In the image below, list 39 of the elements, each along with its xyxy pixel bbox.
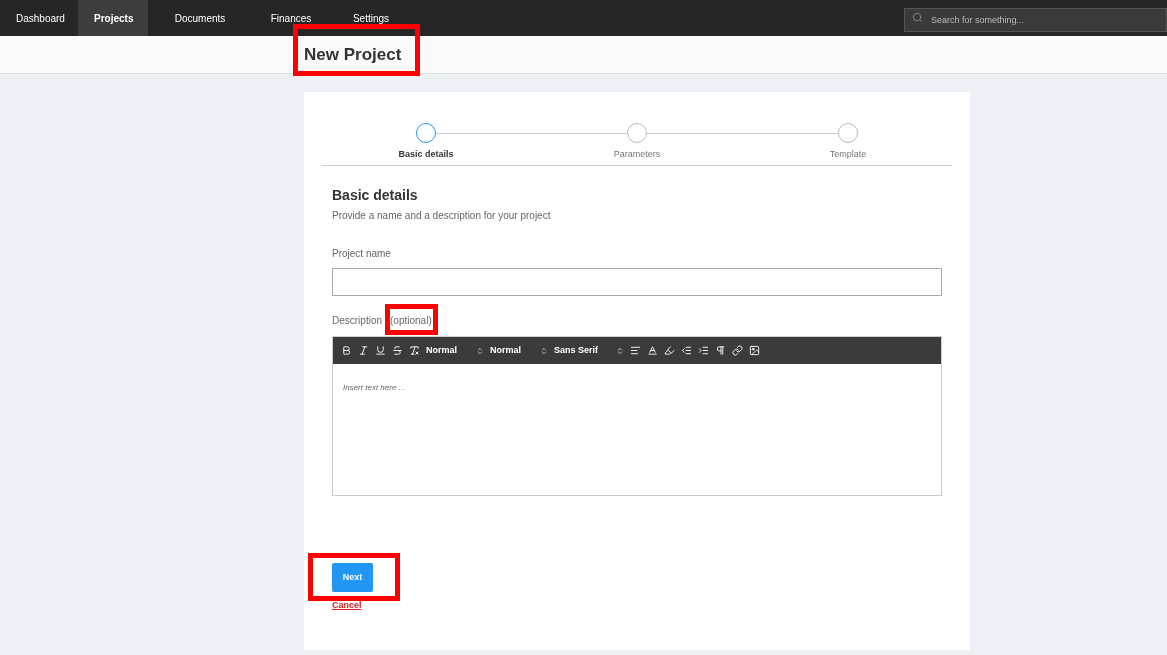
clear-format-icon[interactable] <box>409 345 420 356</box>
link-icon[interactable] <box>732 345 743 356</box>
bold-icon[interactable] <box>341 345 352 356</box>
updown-caret-icon <box>616 346 624 355</box>
nav-tab[interactable]: Finances <box>252 0 330 36</box>
nav-tab[interactable]: Documents <box>148 0 252 36</box>
step-label: Basic details <box>398 148 454 161</box>
project-name-input[interactable] <box>332 268 942 296</box>
field-label: Project name <box>332 247 392 261</box>
highlight-icon[interactable] <box>664 345 675 356</box>
strikethrough-icon[interactable] <box>392 345 403 356</box>
cancel-link[interactable]: Cancel <box>332 599 362 613</box>
section-subtitle: Provide a name and a description for your project <box>332 209 552 223</box>
indent-icon[interactable] <box>698 345 709 356</box>
underline-icon[interactable] <box>375 345 386 356</box>
format-select[interactable]: Sans Serif <box>554 343 624 358</box>
updown-caret-icon <box>540 346 548 355</box>
format-select[interactable]: Normal <box>426 343 484 358</box>
editor-placeholder: Insert text here ... <box>343 383 406 392</box>
step-label: Parameters <box>613 148 661 161</box>
outdent-icon[interactable] <box>681 345 692 356</box>
pilcrow-icon[interactable] <box>715 345 726 356</box>
field-label: Description <box>332 314 383 328</box>
optional-note: (optional) <box>390 315 432 326</box>
step-label: Template <box>829 148 867 161</box>
nav-tab[interactable]: Dashboard <box>0 0 78 36</box>
italic-icon[interactable] <box>358 345 369 356</box>
nav-tab[interactable]: Settings <box>330 0 412 36</box>
format-select[interactable]: Normal <box>490 343 548 358</box>
image-icon[interactable] <box>749 345 760 356</box>
align-icon[interactable] <box>630 345 641 356</box>
search-icon <box>912 12 923 23</box>
editor-text-area[interactable]: Insert text here ... <box>333 364 941 495</box>
search-field[interactable]: Search for something... <box>904 8 1167 32</box>
updown-caret-icon <box>476 346 484 355</box>
page-title: New Project <box>304 44 402 64</box>
text-color-icon[interactable] <box>647 345 658 356</box>
nav-tab[interactable]: Projects <box>78 0 148 36</box>
section-title: Basic details <box>332 186 419 205</box>
